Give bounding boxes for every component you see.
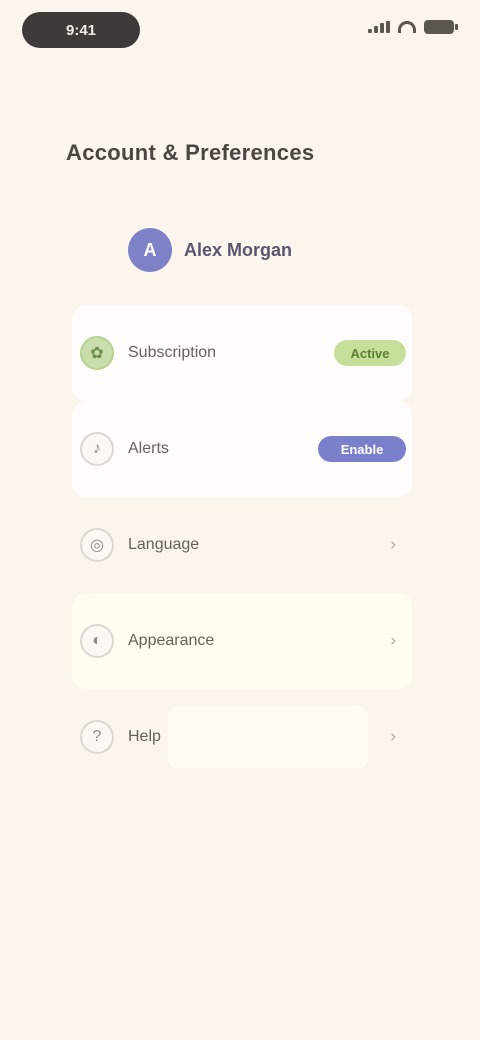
setting-row-language[interactable]: ◎ Language ›	[72, 497, 412, 593]
setting-label: Subscription	[128, 344, 217, 361]
chevron-right-icon: ›	[390, 632, 396, 649]
chevron-right-icon: ›	[390, 536, 396, 553]
enable-button[interactable]: Enable	[318, 436, 406, 462]
wifi-icon	[398, 21, 416, 33]
signal-icon	[368, 21, 390, 33]
profile-row[interactable]: A Alex Morgan	[128, 228, 292, 272]
settings-list: ✿ Subscription Active ♪ Alerts Enable ◎ …	[72, 305, 412, 785]
setting-label: Help	[128, 728, 161, 745]
profile-name: Alex Morgan	[184, 239, 293, 260]
setting-label: Alerts	[128, 440, 169, 457]
status-time: 9:41	[22, 12, 140, 48]
help-icon: ?	[80, 720, 114, 754]
avatar[interactable]: A	[128, 228, 172, 272]
palette-icon: ◐	[80, 624, 114, 658]
status-bar: 9:41	[0, 0, 480, 64]
chevron-right-icon: ›	[390, 728, 396, 745]
bell-icon: ♪	[80, 432, 114, 466]
battery-icon	[424, 20, 458, 34]
setting-label: Appearance	[128, 632, 215, 649]
setting-row-subscription[interactable]: ✿ Subscription Active	[72, 305, 412, 401]
leaf-icon: ✿	[80, 336, 114, 370]
setting-row-help[interactable]: ? Help ›	[72, 689, 412, 785]
globe-icon: ◎	[80, 528, 114, 562]
setting-row-alerts[interactable]: ♪ Alerts Enable	[72, 401, 412, 497]
status-icons	[368, 20, 458, 34]
status-badge: Active	[334, 340, 406, 366]
setting-row-appearance[interactable]: ◐ Appearance ›	[72, 593, 412, 689]
setting-label: Language	[128, 536, 200, 553]
page-title: Account & Preferences	[66, 140, 315, 165]
